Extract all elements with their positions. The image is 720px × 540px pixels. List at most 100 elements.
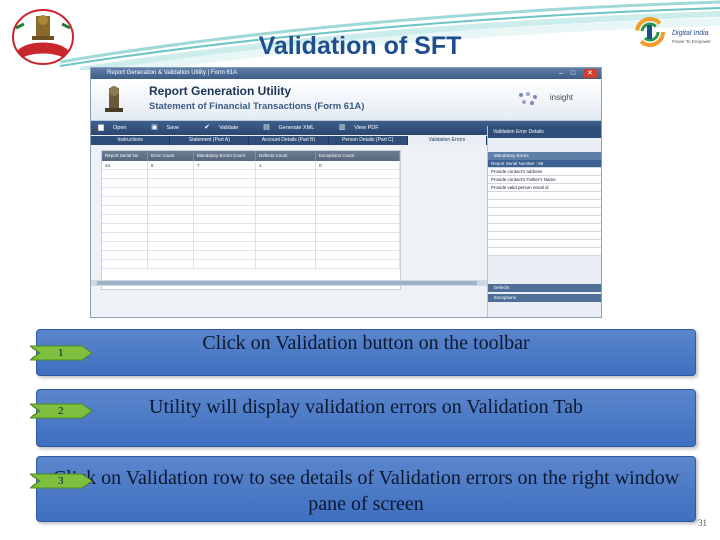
open-label: Open [113, 125, 127, 131]
window-title: Report Generation & Validation Utility |… [107, 70, 238, 76]
grid-cell [148, 179, 194, 187]
scrollbar-thumb[interactable] [97, 281, 477, 285]
grid-cell [194, 188, 256, 196]
app-banner: Report Generation Utility Statement of F… [91, 79, 601, 121]
empty-row [102, 260, 400, 269]
validation-grid: Report Serial No Error Count Mandatory E… [101, 150, 401, 290]
panel-header: Validation Error Details [488, 126, 601, 138]
column-header[interactable]: Error Count [148, 151, 194, 161]
empty-row [488, 224, 601, 232]
column-header[interactable]: Mandatory Errors Count [194, 151, 256, 161]
grid-cell [148, 224, 194, 232]
empty-row [488, 232, 601, 240]
generate-xml-label: Generate XML [278, 125, 315, 131]
grid-cell [256, 215, 316, 223]
grid-cell [194, 251, 256, 259]
grid-cell [148, 197, 194, 205]
grid-cell [102, 170, 148, 178]
mandatory-errors-section[interactable]: Mandatory Errors [488, 152, 601, 160]
empty-row [102, 242, 400, 251]
grid-cell [148, 215, 194, 223]
grid-cell [194, 197, 256, 205]
xml-icon: ▤ [263, 124, 270, 131]
grid-cell [316, 242, 400, 250]
table-row[interactable]: 24 6 7 1 0 [102, 161, 400, 170]
grid-cell [194, 179, 256, 187]
validation-details-panel: Validation Error Details Mandatory Error… [487, 126, 601, 317]
exceptions-section[interactable]: Exceptions [488, 294, 601, 302]
defects-section[interactable]: Defects [488, 284, 601, 292]
tab-person-details[interactable]: Person Details (Part C) [329, 136, 408, 145]
grid-cell [316, 206, 400, 214]
grid-cell: 0 [316, 161, 400, 169]
empty-row [102, 197, 400, 206]
empty-row [488, 208, 601, 216]
maximize-icon[interactable]: □ [571, 69, 575, 78]
folder-icon: ▆ [98, 124, 104, 131]
close-icon[interactable]: ✕ [583, 69, 597, 78]
grid-cell [256, 170, 316, 178]
empty-row [102, 224, 400, 233]
tab-account-details[interactable]: Account Details (Part B) [249, 136, 329, 145]
panel-empty-rows [488, 192, 601, 256]
empty-row [102, 206, 400, 215]
validate-button[interactable]: ✔ Validate [201, 124, 238, 132]
grid-cell [316, 260, 400, 268]
banner-title: Report Generation Utility [149, 84, 292, 98]
grid-cell [194, 170, 256, 178]
utility-window: Report Generation & Validation Utility |… [90, 67, 602, 318]
list-item[interactable]: Provide contact's Father's Name [488, 176, 601, 184]
grid-cell [194, 233, 256, 241]
step-text: Click on Validation button on the toolba… [202, 332, 530, 354]
empty-row [102, 170, 400, 179]
save-icon: ▣ [151, 124, 158, 131]
view-pdf-button[interactable]: ▥ View PDF [336, 124, 379, 132]
grid-cell [316, 224, 400, 232]
grid-cell: 7 [194, 161, 256, 169]
grid-cell [102, 188, 148, 196]
list-item[interactable]: Provide contact's address [488, 168, 601, 176]
step-text: Utility will display validation errors o… [149, 396, 583, 418]
grid-cell [316, 251, 400, 259]
emblem-icon [105, 86, 123, 112]
digital-india-label: Digital India [672, 30, 709, 37]
generate-xml-button[interactable]: ▤ Generate XML [260, 124, 314, 132]
insight-dots-icon [519, 92, 537, 105]
grid-cell [148, 242, 194, 250]
grid-cell [256, 251, 316, 259]
grid-cell [194, 242, 256, 250]
digital-india-tagline: Power To Empower [672, 39, 711, 44]
tab-instructions[interactable]: Instructions [91, 136, 171, 145]
open-button[interactable]: ▆ Open [95, 124, 126, 132]
grid-cell [316, 170, 400, 178]
empty-row [488, 216, 601, 224]
grid-cell [102, 242, 148, 250]
view-pdf-label: View PDF [354, 125, 379, 131]
list-item[interactable]: Report Serial Number : 66 [488, 160, 601, 168]
save-button[interactable]: ▣ Save [148, 124, 179, 132]
step-text: Click on Validation row to see details o… [52, 467, 680, 515]
grid-cell [316, 188, 400, 196]
grid-cell [148, 260, 194, 268]
list-item[interactable]: Provide valid person email id [488, 184, 601, 192]
horizontal-scrollbar[interactable] [91, 280, 487, 286]
tab-validation-errors[interactable]: Validation Errors [407, 136, 488, 145]
step-1-badge: 1 [30, 344, 96, 362]
empty-row [488, 248, 601, 256]
window-controls: – □ ✕ [559, 69, 597, 78]
column-header[interactable]: Defects Count [256, 151, 316, 161]
grid-cell [194, 260, 256, 268]
step-2-box: Utility will display validation errors o… [36, 389, 696, 447]
grid-header: Report Serial No Error Count Mandatory E… [102, 151, 400, 161]
grid-cell: 1 [256, 161, 316, 169]
empty-row [102, 179, 400, 188]
grid-cell [316, 233, 400, 241]
tab-statement[interactable]: Statement (Part A) [170, 136, 250, 145]
minimize-icon[interactable]: – [559, 69, 563, 78]
grid-cell [148, 170, 194, 178]
income-tax-logo [12, 9, 74, 65]
column-header[interactable]: Report Serial No [102, 151, 148, 161]
grid-cell [102, 206, 148, 214]
column-header[interactable]: Exceptions Count [316, 151, 400, 161]
grid-cell [256, 224, 316, 232]
